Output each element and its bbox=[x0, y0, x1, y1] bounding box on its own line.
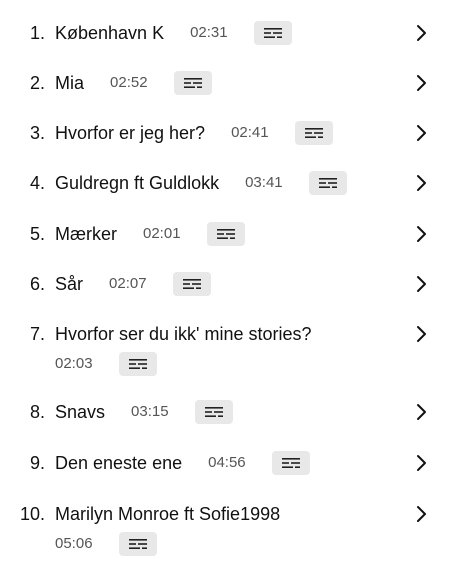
lyrics-button[interactable] bbox=[308, 171, 347, 195]
lyrics-lines-icon bbox=[318, 178, 337, 188]
track-title: Marilyn Monroe ft Sofie1998 bbox=[55, 504, 281, 524]
track-number: 7. bbox=[29, 324, 45, 344]
chevron-right-icon[interactable] bbox=[412, 225, 430, 243]
lyrics-lines-icon bbox=[216, 229, 235, 239]
chevron-right-icon[interactable] bbox=[412, 174, 430, 192]
lyrics-lines-icon bbox=[263, 28, 282, 38]
lyrics-button[interactable] bbox=[194, 400, 233, 424]
track-number: 1. bbox=[29, 23, 45, 43]
chevron-right-icon[interactable] bbox=[412, 505, 430, 523]
track-number: 4. bbox=[29, 173, 45, 193]
chevron-right-icon[interactable] bbox=[412, 74, 430, 92]
chevron-right-icon[interactable] bbox=[412, 24, 430, 42]
track-number: 9. bbox=[29, 453, 45, 473]
track-title: København K bbox=[55, 23, 165, 43]
track-duration: 04:56 bbox=[208, 454, 246, 471]
lyrics-lines-icon bbox=[183, 78, 202, 88]
track-number: 3. bbox=[29, 123, 45, 143]
lyrics-lines-icon bbox=[304, 128, 323, 138]
track-title: Sår bbox=[55, 274, 84, 294]
lyrics-lines-icon bbox=[281, 458, 300, 468]
lyrics-button[interactable] bbox=[271, 451, 310, 475]
track-number: 8. bbox=[29, 402, 45, 422]
chevron-right-icon[interactable] bbox=[412, 325, 430, 343]
track-duration: 03:41 bbox=[245, 174, 283, 191]
chevron-right-icon[interactable] bbox=[412, 275, 430, 293]
track-duration: 02:07 bbox=[109, 275, 147, 292]
track-title: Hvorfor er jeg her? bbox=[55, 123, 206, 143]
lyrics-lines-icon bbox=[128, 359, 147, 369]
track-number: 6. bbox=[29, 274, 45, 294]
track-duration: 02:41 bbox=[231, 124, 269, 141]
track-title: Hvorfor ser du ikk' mine stories? bbox=[55, 324, 312, 344]
lyrics-button[interactable] bbox=[294, 121, 333, 145]
chevron-right-icon[interactable] bbox=[412, 403, 430, 421]
chevron-right-icon[interactable] bbox=[412, 454, 430, 472]
track-title: Den eneste ene bbox=[55, 453, 183, 473]
track-duration: 02:01 bbox=[143, 225, 181, 242]
track-list: 1. København K 02:31 2. Mia 02:52 3. Hvorfor er… bbox=[0, 0, 456, 575]
lyrics-button[interactable] bbox=[118, 352, 157, 376]
track-title: Mærker bbox=[55, 224, 117, 244]
track-title: Snavs bbox=[55, 402, 106, 422]
track-duration: 02:03 bbox=[55, 355, 93, 372]
lyrics-button[interactable] bbox=[173, 71, 212, 95]
lyrics-lines-icon bbox=[128, 539, 147, 549]
track-title: Guldregn ft Guldlokk bbox=[55, 173, 220, 193]
lyrics-button[interactable] bbox=[253, 21, 292, 45]
lyrics-lines-icon bbox=[182, 279, 201, 289]
track-duration: 02:52 bbox=[110, 74, 148, 91]
lyrics-button[interactable] bbox=[172, 272, 211, 296]
lyrics-button[interactable] bbox=[206, 222, 245, 246]
chevron-right-icon[interactable] bbox=[412, 124, 430, 142]
lyrics-lines-icon bbox=[204, 407, 223, 417]
track-title: Mia bbox=[55, 73, 85, 93]
track-number: 2. bbox=[29, 73, 45, 93]
track-duration: 02:31 bbox=[190, 24, 228, 41]
track-duration: 05:06 bbox=[55, 535, 93, 552]
lyrics-button[interactable] bbox=[118, 532, 157, 556]
track-number: 10. bbox=[19, 504, 45, 524]
track-number: 5. bbox=[29, 224, 45, 244]
track-duration: 03:15 bbox=[131, 403, 169, 420]
